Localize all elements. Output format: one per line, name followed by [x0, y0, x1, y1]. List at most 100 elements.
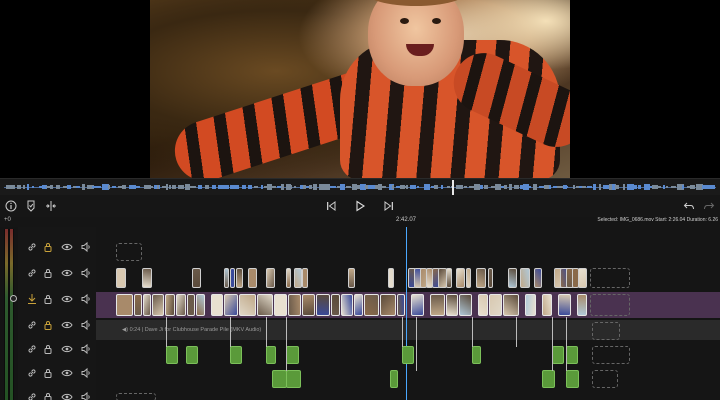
main-clip-thumbnail[interactable] — [380, 294, 396, 316]
overlay-clip-thumbnail[interactable] — [286, 268, 291, 288]
main-clip-thumbnail[interactable] — [134, 294, 142, 316]
overlay-clip-thumbnail[interactable] — [476, 268, 486, 288]
eye-icon[interactable] — [61, 240, 73, 252]
empty-clip-placeholder[interactable] — [590, 294, 630, 316]
speaker-icon[interactable] — [80, 266, 92, 279]
main-clip-thumbnail[interactable] — [224, 294, 238, 316]
lock-icon[interactable] — [42, 390, 54, 400]
overlay-clip-thumbnail[interactable] — [578, 268, 587, 288]
empty-clip-placeholder[interactable] — [590, 268, 630, 288]
audio-clip[interactable] — [286, 346, 299, 364]
main-clip-thumbnail[interactable] — [165, 294, 175, 316]
overlay-clip-thumbnail[interactable] — [466, 268, 471, 288]
eye-icon[interactable] — [61, 342, 73, 354]
lock-icon[interactable] — [42, 266, 54, 278]
empty-clip-placeholder[interactable] — [116, 243, 142, 261]
playhead[interactable] — [406, 227, 407, 400]
overlay-clip-thumbnail[interactable] — [294, 268, 302, 288]
info-icon[interactable] — [0, 195, 22, 217]
eye-icon[interactable] — [61, 318, 73, 330]
main-clip-thumbnail[interactable] — [274, 294, 287, 316]
main-clip-thumbnail[interactable] — [211, 294, 223, 316]
lock-icon[interactable] — [42, 292, 54, 304]
overlay-clip-thumbnail[interactable] — [266, 268, 275, 288]
main-clip-thumbnail[interactable] — [341, 294, 353, 316]
lock-icon[interactable] — [42, 366, 54, 378]
skip-back-icon[interactable] — [320, 195, 342, 217]
main-clip-thumbnail[interactable] — [478, 294, 488, 316]
speaker-icon[interactable] — [80, 318, 92, 331]
audio-clip[interactable] — [166, 346, 178, 364]
speaker-icon[interactable] — [80, 342, 92, 355]
overlay-clip-thumbnail[interactable] — [192, 268, 201, 288]
speaker-icon[interactable] — [80, 292, 92, 305]
overlay-clip-thumbnail[interactable] — [520, 268, 530, 288]
main-clip-thumbnail[interactable] — [257, 294, 273, 316]
eye-icon[interactable] — [61, 390, 73, 400]
main-clip-thumbnail[interactable] — [577, 294, 587, 316]
timeline-ruler[interactable]: +0 2:42.07 Selected: IMG_0686.mov Start:… — [0, 217, 720, 227]
audio-clip[interactable] — [566, 346, 578, 364]
anchor-icon[interactable] — [26, 292, 38, 304]
speaker-icon[interactable] — [80, 390, 92, 400]
overview-playhead[interactable] — [452, 180, 454, 195]
timeline-lanes[interactable]: ◀) 0:24 | Dave Ji for Clubhouse Parade P… — [96, 227, 720, 400]
overlay-clip-thumbnail[interactable] — [446, 268, 452, 288]
overlay-clip-thumbnail[interactable] — [302, 268, 308, 288]
marker-icon[interactable] — [20, 195, 42, 217]
meter-knob-icon[interactable] — [10, 295, 17, 302]
empty-clip-placeholder[interactable] — [116, 393, 156, 400]
audio-clip[interactable] — [266, 346, 276, 364]
empty-clip-placeholder[interactable] — [592, 346, 630, 364]
audio-clip[interactable] — [230, 346, 242, 364]
link-icon[interactable] — [26, 240, 38, 252]
main-clip-thumbnail[interactable] — [187, 294, 195, 316]
overlay-clip-thumbnail[interactable] — [142, 268, 152, 288]
eye-icon[interactable] — [61, 266, 73, 278]
main-clip-thumbnail[interactable] — [176, 294, 186, 316]
main-clip-thumbnail[interactable] — [143, 294, 151, 316]
main-clip-thumbnail[interactable] — [196, 294, 205, 316]
main-clip-thumbnail[interactable] — [116, 294, 133, 316]
main-clip-thumbnail[interactable] — [239, 294, 256, 316]
main-clip-thumbnail[interactable] — [446, 294, 458, 316]
overlay-clip-thumbnail[interactable] — [236, 268, 243, 288]
main-clip-thumbnail[interactable] — [331, 294, 340, 316]
main-clip-thumbnail[interactable] — [411, 294, 424, 316]
empty-clip-placeholder[interactable] — [592, 322, 620, 340]
audio-clip[interactable] — [472, 346, 481, 364]
link-icon[interactable] — [26, 266, 38, 278]
overlay-clip-thumbnail[interactable] — [224, 268, 229, 288]
overlay-clip-thumbnail[interactable] — [456, 268, 465, 288]
main-clip-thumbnail[interactable] — [459, 294, 472, 316]
audio-clip[interactable] — [286, 370, 301, 388]
audio-lane[interactable]: ◀) 0:24 | Dave Ji for Clubhouse Parade P… — [96, 320, 720, 340]
eye-icon[interactable] — [61, 292, 73, 304]
link-icon[interactable] — [26, 342, 38, 354]
main-clip-thumbnail[interactable] — [542, 294, 552, 316]
main-clip-thumbnail[interactable] — [152, 294, 164, 316]
main-clip-thumbnail[interactable] — [302, 294, 315, 316]
link-icon[interactable] — [26, 390, 38, 400]
timeline-overview[interactable] — [0, 178, 720, 195]
skip-forward-icon[interactable] — [378, 195, 400, 217]
main-clip-thumbnail[interactable] — [503, 294, 519, 316]
overlay-clip-thumbnail[interactable] — [508, 268, 517, 288]
lock-icon[interactable] — [42, 342, 54, 354]
main-clip-thumbnail[interactable] — [364, 294, 379, 316]
overlay-clip-thumbnail[interactable] — [388, 268, 394, 288]
undo-icon[interactable] — [678, 195, 700, 217]
link-icon[interactable] — [26, 366, 38, 378]
audio-clip[interactable] — [402, 346, 414, 364]
audio-clip[interactable] — [552, 346, 564, 364]
eye-icon[interactable] — [61, 366, 73, 378]
play-icon[interactable] — [349, 195, 371, 217]
overlay-clip-thumbnail[interactable] — [348, 268, 355, 288]
link-icon[interactable] — [26, 318, 38, 330]
speaker-icon[interactable] — [80, 240, 92, 253]
overlay-clip-thumbnail[interactable] — [534, 268, 542, 288]
lock-icon[interactable] — [42, 318, 54, 330]
main-clip-thumbnail[interactable] — [558, 294, 571, 316]
lock-icon[interactable] — [42, 240, 54, 252]
split-icon[interactable] — [40, 195, 62, 217]
